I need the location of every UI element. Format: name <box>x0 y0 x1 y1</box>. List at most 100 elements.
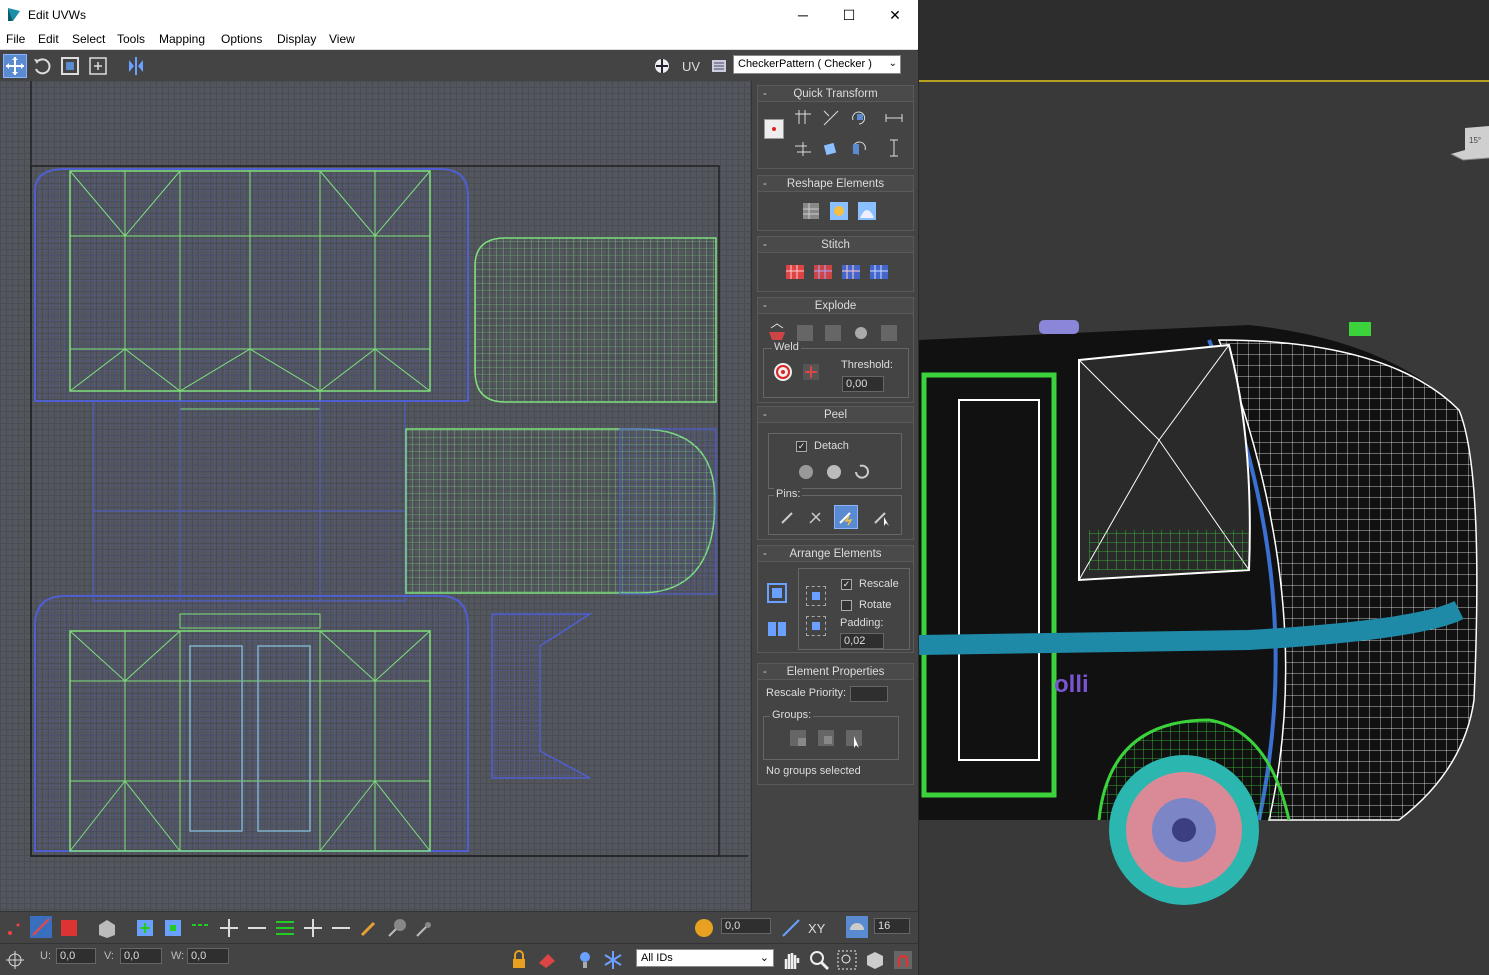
relax-until-flat-button[interactable] <box>828 200 848 220</box>
soft-selection-button[interactable] <box>693 917 715 939</box>
uv-axis-label[interactable]: UV <box>682 59 700 74</box>
polygon-mode-button[interactable] <box>58 917 80 939</box>
maximize-button[interactable]: ☐ <box>826 0 872 30</box>
stitch-to-source-button[interactable] <box>840 261 860 281</box>
freeform-tool-button[interactable] <box>86 54 110 78</box>
straighten-button[interactable] <box>821 138 841 158</box>
rotate-cw-button[interactable] <box>849 108 869 128</box>
texture-list-button[interactable] <box>707 54 731 78</box>
pin-selected-button[interactable] <box>778 507 798 527</box>
space-horizontal-button[interactable] <box>884 108 904 128</box>
grow-ring-button[interactable] <box>302 917 324 939</box>
ungroup-selected-button[interactable] <box>816 728 836 748</box>
grid-snap-button[interactable] <box>846 916 868 938</box>
pivot-button[interactable] <box>764 119 784 139</box>
peel-header[interactable]: - Peel <box>758 407 913 423</box>
v-spinner[interactable]: 0,0 <box>120 948 162 964</box>
space-vertical-button[interactable] <box>884 138 904 158</box>
rotate-tool-button[interactable] <box>30 54 54 78</box>
shrink-loop-button[interactable] <box>246 917 268 939</box>
element-mode-button[interactable] <box>96 917 118 939</box>
padding-spinner[interactable]: 0,02 <box>840 633 884 649</box>
explode-header[interactable]: - Explode <box>758 298 913 314</box>
menu-file[interactable]: File <box>6 32 25 46</box>
grow-loop-button[interactable] <box>218 917 240 939</box>
pan-button[interactable] <box>780 949 802 971</box>
hide-button[interactable] <box>574 949 596 971</box>
stitch-to-target-button[interactable] <box>784 261 804 281</box>
align-vertical-button[interactable] <box>793 138 813 158</box>
soft-falloff-spinner[interactable]: 0,0 <box>721 918 771 934</box>
shrink-brush-button[interactable] <box>414 917 436 939</box>
zoom-button[interactable] <box>808 949 830 971</box>
loop-button[interactable] <box>190 917 212 939</box>
element-properties-header[interactable]: - Element Properties <box>758 664 913 680</box>
quick-peel-button[interactable] <box>796 461 816 481</box>
zoom-extents-button[interactable] <box>864 949 886 971</box>
vertex-mode-button[interactable] <box>4 917 26 939</box>
align-horizontal-button[interactable] <box>793 108 813 128</box>
material-id-dropdown[interactable]: All IDs ⌄ <box>636 949 774 967</box>
mirror-tool-button[interactable] <box>124 54 148 78</box>
snap-toggle-button[interactable] <box>892 949 914 971</box>
group-selected-button[interactable] <box>788 728 808 748</box>
zoom-region-button[interactable] <box>836 949 858 971</box>
weld-all-button[interactable] <box>800 361 820 381</box>
menu-view[interactable]: View <box>329 32 355 46</box>
absolute-mode-button[interactable] <box>4 949 26 971</box>
pack-together-button[interactable] <box>766 616 786 636</box>
grid-size-spinner[interactable]: 16 <box>874 918 910 934</box>
minimize-button[interactable]: ─ <box>780 0 826 30</box>
texture-dropdown[interactable]: CheckerPattern ( Checker ) ⌄ <box>733 55 901 74</box>
menu-select[interactable]: Select <box>72 32 105 46</box>
lock-selection-button[interactable] <box>508 949 530 971</box>
menu-display[interactable]: Display <box>277 32 316 46</box>
unpin-selected-button[interactable] <box>806 507 826 527</box>
select-pins-button[interactable] <box>872 507 892 527</box>
xy-axis-label[interactable]: XY <box>808 921 825 936</box>
weld-selected-button[interactable] <box>772 361 792 381</box>
flatten-by-polygon-angle-button[interactable] <box>878 322 898 342</box>
pack-custom-button[interactable] <box>806 586 826 606</box>
move-tool-button[interactable] <box>3 54 27 78</box>
threshold-spinner[interactable]: 0,00 <box>842 376 884 392</box>
pack-in-place-button[interactable] <box>806 616 826 636</box>
enlarge-brush-button[interactable] <box>386 917 408 939</box>
uv-editor-canvas[interactable] <box>0 81 751 911</box>
rotate-checkbox[interactable] <box>841 600 852 611</box>
detach-edge-button[interactable] <box>794 322 814 342</box>
scale-tool-button[interactable] <box>58 54 82 78</box>
paint-select-button[interactable] <box>358 917 380 939</box>
ring-button[interactable] <box>274 917 296 939</box>
reset-peel-button[interactable] <box>852 461 872 481</box>
menu-options[interactable]: Options <box>221 32 262 46</box>
stitch-custom-button[interactable] <box>868 261 888 281</box>
close-button[interactable]: ✕ <box>872 0 918 30</box>
edge-mode-button[interactable] <box>30 916 52 938</box>
stitch-average-button[interactable] <box>812 261 832 281</box>
shrink-selection-button[interactable] <box>162 917 184 939</box>
arrange-elements-header[interactable]: - Arrange Elements <box>758 546 913 562</box>
falloff-type-button[interactable] <box>780 917 802 939</box>
menu-edit[interactable]: Edit <box>38 32 59 46</box>
relax-button[interactable] <box>800 200 820 220</box>
menu-mapping[interactable]: Mapping <box>159 32 205 46</box>
shrink-ring-button[interactable] <box>330 917 352 939</box>
rotate-ccw-button[interactable] <box>849 138 869 158</box>
detach-checkbox[interactable]: ✓ <box>796 441 807 452</box>
menu-tools[interactable]: Tools <box>117 32 145 46</box>
auto-pin-button[interactable] <box>834 505 858 529</box>
break-button[interactable] <box>766 322 786 342</box>
u-spinner[interactable]: 0,0 <box>56 948 96 964</box>
pack-normalize-button[interactable] <box>766 582 787 603</box>
flatten-by-material-button[interactable] <box>850 322 870 342</box>
freeze-button[interactable] <box>602 949 624 971</box>
show-hidden-button[interactable] <box>536 949 558 971</box>
rescale-priority-spinner[interactable] <box>850 686 888 702</box>
flatten-by-smoothing-button[interactable] <box>822 322 842 342</box>
quick-transform-header[interactable]: - Quick Transform <box>758 86 913 102</box>
peel-mode-button[interactable] <box>824 461 844 481</box>
rescale-checkbox[interactable]: ✓ <box>841 579 852 590</box>
reshape-elements-header[interactable]: - Reshape Elements <box>758 176 913 192</box>
stitch-header[interactable]: - Stitch <box>758 237 913 253</box>
